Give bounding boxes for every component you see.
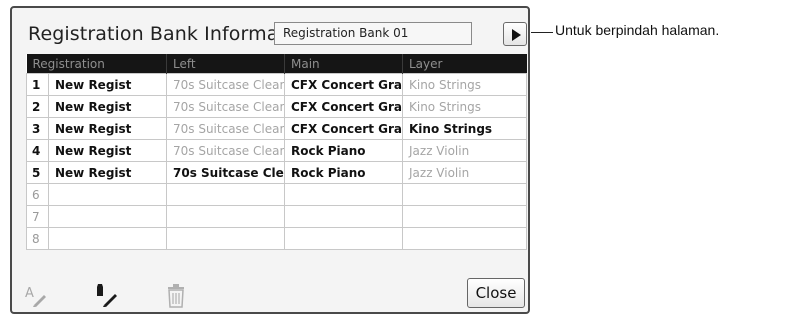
registration-bank-dialog: Registration Bank Information Registrati…	[10, 6, 530, 314]
row-number: 3	[26, 117, 49, 140]
close-button[interactable]: Close	[467, 278, 525, 308]
table-row[interactable]: 3 New Regist 70s Suitcase Clean CFX Concert…	[26, 117, 527, 140]
cell-left: 70s Suitcase Clean	[166, 117, 285, 140]
column-header-layer: Layer	[402, 54, 527, 74]
table-row[interactable]: 6	[26, 183, 527, 206]
row-number: 1	[26, 73, 49, 96]
cell-main: Rock Piano	[284, 161, 403, 184]
cell-layer	[402, 183, 527, 206]
cell-left: 70s Suitcase Clean	[166, 161, 285, 184]
cell-registration: New Regist	[48, 139, 167, 162]
cell-main	[284, 205, 403, 228]
edit-icon[interactable]	[94, 284, 122, 312]
cell-main: Rock Piano	[284, 139, 403, 162]
cell-registration: New Regist	[48, 95, 167, 118]
cell-left	[166, 227, 285, 250]
cell-layer: Kino Strings	[402, 117, 527, 140]
table-row[interactable]: 1 New Regist 70s Suitcase Clean CFX Concert…	[26, 73, 527, 96]
table-row[interactable]: 8	[26, 227, 527, 250]
cell-registration: New Regist	[48, 117, 167, 140]
column-header-main: Main	[284, 54, 403, 74]
bank-name-field: Registration Bank 01	[274, 22, 472, 45]
cell-left	[166, 183, 285, 206]
row-number: 6	[26, 183, 49, 206]
cell-left: 70s Suitcase Clean	[166, 73, 285, 96]
row-number: 5	[26, 161, 49, 184]
triangle-right-icon	[512, 29, 521, 41]
cell-main: CFX Concert Grand	[284, 117, 403, 140]
row-number: 8	[26, 227, 49, 250]
cell-layer	[402, 227, 527, 250]
cell-layer: Jazz Violin	[402, 161, 527, 184]
column-header-registration: Registration	[26, 54, 167, 74]
table-row[interactable]: 2 New Regist 70s Suitcase Clean CFX Concert…	[26, 95, 527, 118]
table-row[interactable]: 4 New Regist 70s Suitcase Clean Rock Piano J…	[26, 139, 527, 162]
row-number: 7	[26, 205, 49, 228]
cell-layer: Kino Strings	[402, 73, 527, 96]
cell-registration: New Regist	[48, 73, 167, 96]
table-row[interactable]: 7	[26, 205, 527, 228]
row-number: 2	[26, 95, 49, 118]
cell-registration	[48, 205, 167, 228]
table-row[interactable]: 5New Regist70s Suitcase CleanRock PianoJ…	[26, 161, 527, 184]
rename-icon[interactable]: A	[24, 284, 50, 312]
cell-main: CFX Concert Grand	[284, 95, 403, 118]
cell-left: 70s Suitcase Clean	[166, 139, 285, 162]
callout-text: Untuk berpindah halaman.	[555, 22, 720, 38]
cell-registration: New Regist	[48, 161, 167, 184]
cell-registration	[48, 183, 167, 206]
dialog-title: Registration Bank Information	[28, 23, 316, 45]
cell-main: CFX Concert Grand	[284, 73, 403, 96]
column-header-left: Left	[166, 54, 285, 74]
callout-leader-line	[531, 32, 553, 33]
cell-main	[284, 227, 403, 250]
cell-layer: Kino Strings	[402, 95, 527, 118]
cell-left: 70s Suitcase Clean	[166, 95, 285, 118]
table-header-row: Registration Left Main Layer	[26, 54, 527, 74]
cell-left	[166, 205, 285, 228]
registration-table: Registration Left Main Layer 1 New Regist…	[26, 54, 527, 250]
cell-main	[284, 183, 403, 206]
delete-icon[interactable]	[166, 284, 186, 312]
row-number: 4	[26, 139, 49, 162]
next-page-button[interactable]	[503, 22, 527, 46]
cell-registration	[48, 227, 167, 250]
cell-layer: Jazz Violin	[402, 139, 527, 162]
svg-text:A: A	[25, 286, 34, 301]
cell-layer	[402, 205, 527, 228]
